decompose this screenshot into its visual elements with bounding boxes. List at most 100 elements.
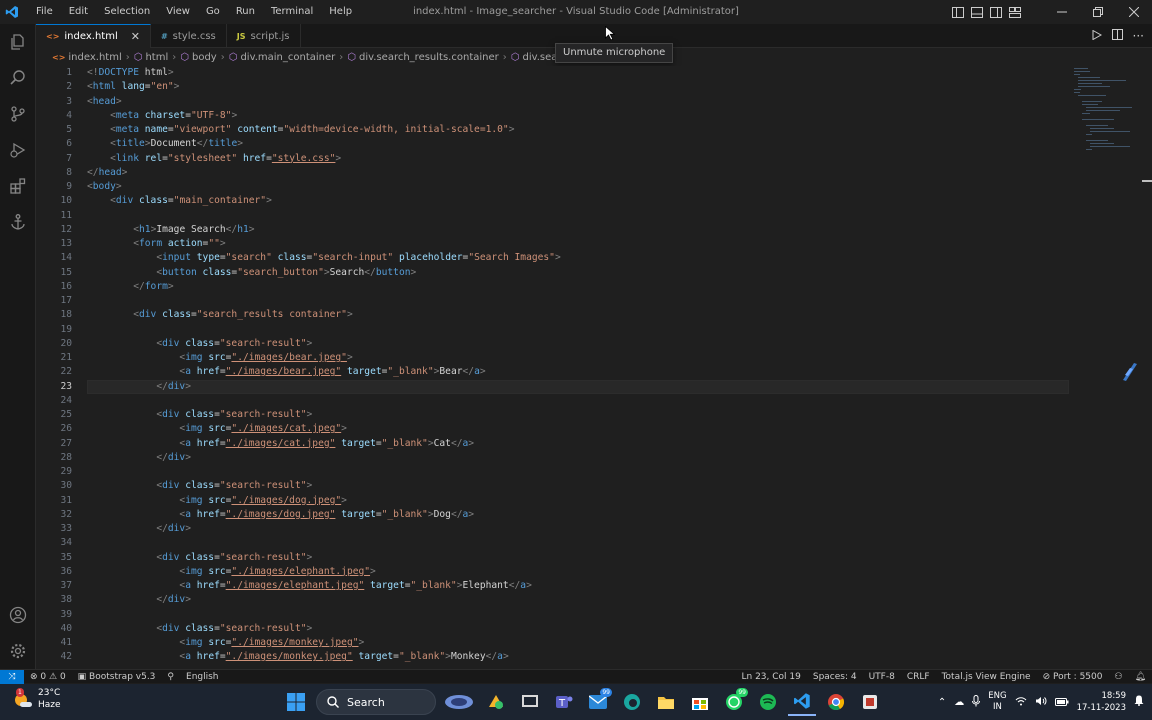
- live-server-port[interactable]: ⊘ Port : 5500: [1037, 672, 1109, 682]
- minimize-icon[interactable]: [1044, 0, 1080, 24]
- git-graph-icon[interactable]: ⚲: [161, 672, 180, 682]
- code-line[interactable]: <a href="./images/bear.jpeg" target="_bl…: [87, 365, 561, 379]
- code-line[interactable]: <a href="./images/elephant.jpeg" target=…: [87, 579, 561, 593]
- breadcrumb-body[interactable]: ⬡ body: [180, 52, 216, 63]
- code-line[interactable]: </form>: [87, 280, 561, 294]
- end-of-line[interactable]: CRLF: [901, 672, 936, 682]
- encoding[interactable]: UTF-8: [863, 672, 901, 682]
- split-editor-icon[interactable]: [1111, 29, 1123, 43]
- code-line[interactable]: <a href="./images/monkey.jpeg" target="_…: [87, 650, 561, 664]
- manage-gear-icon[interactable]: [0, 633, 36, 669]
- notifications-bell-icon[interactable]: 🔔︎: [1129, 672, 1152, 682]
- clock[interactable]: 18:59 17-11-2023: [1077, 690, 1126, 714]
- code-line[interactable]: <link rel="stylesheet" href="style.css">: [87, 152, 561, 166]
- taskbar-search-box[interactable]: Search: [316, 689, 436, 715]
- source-control-icon[interactable]: [0, 96, 36, 132]
- code-line[interactable]: [87, 608, 561, 622]
- scrollbar-thumb[interactable]: [1142, 180, 1152, 182]
- run-debug-icon[interactable]: [0, 132, 36, 168]
- app-icon[interactable]: [856, 688, 884, 716]
- chevron-up-icon[interactable]: ⌃: [938, 697, 946, 708]
- code-line[interactable]: <div class="search-result">: [87, 337, 561, 351]
- tab-style-css[interactable]: # style.css: [151, 24, 227, 48]
- code-line[interactable]: <img src="./images/cat.jpeg">: [87, 422, 561, 436]
- code-line[interactable]: <title>Document</title>: [87, 137, 561, 151]
- windows-start-icon[interactable]: [282, 688, 310, 716]
- widgets-icon[interactable]: [482, 688, 510, 716]
- code-line[interactable]: <div class="search-result">: [87, 551, 561, 565]
- code-line[interactable]: <div class="search_results container">: [87, 308, 561, 322]
- breadcrumb-search-results[interactable]: ⬡ div.search_results.container: [347, 52, 498, 63]
- language-indicator[interactable]: ENG IN: [988, 691, 1006, 713]
- copilot-icon[interactable]: [1122, 362, 1138, 385]
- code-line[interactable]: <div class="main_container">: [87, 194, 561, 208]
- menu-edit[interactable]: Edit: [61, 0, 96, 24]
- close-icon[interactable]: ✕: [131, 30, 140, 43]
- code-line[interactable]: <div class="search-result">: [87, 622, 561, 636]
- code-line[interactable]: <div class="search-result">: [87, 479, 561, 493]
- bootstrap-indicator[interactable]: ▣ Bootstrap v5.3: [72, 672, 162, 682]
- restore-icon[interactable]: [1080, 0, 1116, 24]
- code-line[interactable]: <img src="./images/monkey.jpeg">: [87, 636, 561, 650]
- whatsapp-icon[interactable]: 99: [720, 688, 748, 716]
- code-line[interactable]: <html lang="en">: [87, 80, 561, 94]
- code-line[interactable]: <meta name="viewport" content="width=dev…: [87, 123, 561, 137]
- volume-icon[interactable]: [1035, 696, 1047, 709]
- extensions-icon[interactable]: [0, 168, 36, 204]
- code-line[interactable]: </div>: [87, 451, 561, 465]
- code-line[interactable]: <a href="./images/dog.jpeg" target="_bla…: [87, 508, 561, 522]
- chat-app-icon[interactable]: [754, 688, 782, 716]
- code-line[interactable]: <body>: [87, 180, 561, 194]
- mail-icon[interactable]: 99: [584, 688, 612, 716]
- cursor-position[interactable]: Ln 23, Col 19: [736, 672, 807, 682]
- code-line[interactable]: </div>: [87, 380, 561, 394]
- code-line[interactable]: <button class="search_button">Search</bu…: [87, 266, 561, 280]
- code-line[interactable]: [87, 323, 561, 337]
- tab-script-js[interactable]: JS script.js: [227, 24, 301, 48]
- code-line[interactable]: </div>: [87, 522, 561, 536]
- explorer-icon[interactable]: [0, 24, 36, 60]
- toggle-primary-sidebar-icon[interactable]: [948, 0, 967, 24]
- microphone-icon[interactable]: [972, 694, 981, 710]
- code-lines[interactable]: <!DOCTYPE html> <html lang="en"> <head> <m…: [87, 66, 561, 665]
- menu-help[interactable]: Help: [321, 0, 360, 24]
- code-line[interactable]: [87, 536, 561, 550]
- notification-bell-icon[interactable]: [1134, 695, 1144, 709]
- battery-icon[interactable]: [1054, 696, 1069, 709]
- code-line[interactable]: <div class="search-result">: [87, 408, 561, 422]
- remote-indicator-icon[interactable]: ⤨: [0, 669, 24, 684]
- code-line[interactable]: <form action="">: [87, 237, 561, 251]
- close-window-icon[interactable]: [1116, 0, 1152, 24]
- customize-layout-icon[interactable]: [1005, 0, 1024, 24]
- vscode-taskbar-icon[interactable]: [788, 688, 816, 716]
- code-line[interactable]: <img src="./images/elephant.jpeg">: [87, 565, 561, 579]
- code-line[interactable]: <input type="search" class="search-input…: [87, 251, 560, 265]
- code-line[interactable]: <a href="./images/cat.jpeg" target="_bla…: [87, 437, 561, 451]
- anchor-icon[interactable]: [0, 204, 36, 240]
- code-line[interactable]: <meta charset="UTF-8">: [87, 109, 561, 123]
- task-view-icon[interactable]: [516, 688, 544, 716]
- store-icon[interactable]: [686, 688, 714, 716]
- language-pack-indicator[interactable]: English: [180, 672, 225, 682]
- chrome-icon[interactable]: [822, 688, 850, 716]
- indentation[interactable]: Spaces: 4: [807, 672, 863, 682]
- code-line[interactable]: </head>: [87, 166, 561, 180]
- menu-go[interactable]: Go: [198, 0, 228, 24]
- code-line[interactable]: <h1>Image Search</h1>: [87, 223, 561, 237]
- code-line[interactable]: <head>: [87, 95, 561, 109]
- code-line[interactable]: [87, 209, 561, 223]
- edge-browser-icon[interactable]: [618, 688, 646, 716]
- wifi-icon[interactable]: [1015, 696, 1027, 709]
- breadcrumb-html[interactable]: ⬡ html: [134, 52, 169, 63]
- feedback-icon[interactable]: ⚇: [1108, 672, 1128, 682]
- menu-terminal[interactable]: Terminal: [263, 0, 321, 24]
- breadcrumb-file[interactable]: <> index.html: [52, 52, 122, 63]
- search-icon[interactable]: [0, 60, 36, 96]
- toggle-secondary-sidebar-icon[interactable]: [986, 0, 1005, 24]
- file-explorer-icon[interactable]: [652, 688, 680, 716]
- run-play-icon[interactable]: [1092, 29, 1102, 43]
- code-editor[interactable]: 1 2 3 4 5 6 7 8 9 10 11 12 13 14 15 16 17 18 19 20 21 22 23 24 2…: [36, 66, 1152, 669]
- code-line[interactable]: [87, 465, 561, 479]
- copilot-taskbar-icon[interactable]: [442, 688, 476, 716]
- cloud-icon[interactable]: ☁: [954, 697, 964, 708]
